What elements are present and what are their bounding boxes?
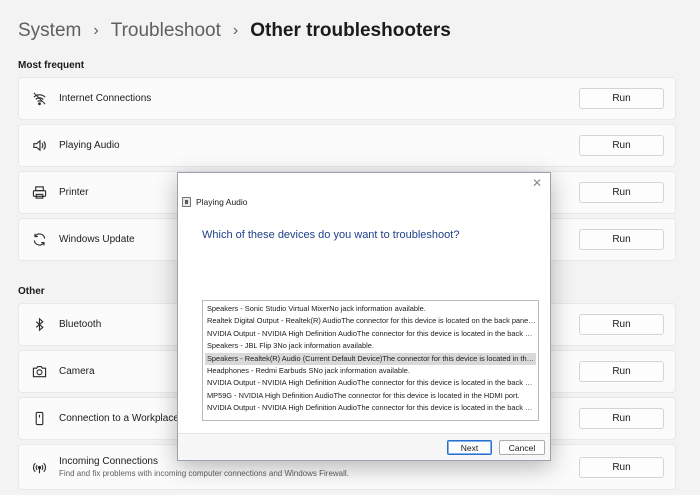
bluetooth-icon [31, 317, 47, 333]
troubleshooter-app-icon [182, 197, 191, 207]
cancel-button[interactable]: Cancel [499, 440, 545, 455]
playing-audio-dialog: ✕ Playing Audio Which of these devices d… [177, 172, 551, 461]
troubleshooter-description: Find and fix problems with incoming comp… [59, 469, 349, 478]
speaker-icon [31, 138, 47, 154]
wifi-icon [31, 91, 47, 107]
dialog-title: Playing Audio [196, 197, 248, 207]
troubleshooter-internet-connections: Internet Connections Run [18, 77, 676, 120]
troubleshooter-title: Printer [59, 187, 89, 198]
device-list-item[interactable]: Speakers - JBL Flip 3No jack information… [205, 340, 536, 352]
device-list-item[interactable]: NVIDIA Output - NVIDIA High Definition A… [205, 328, 536, 340]
dialog-footer [178, 433, 550, 460]
device-list-item[interactable]: Realtek Digital Output - Realtek(R) Audi… [205, 315, 536, 327]
run-button[interactable]: Run [579, 182, 664, 203]
run-button[interactable]: Run [579, 457, 664, 478]
device-list-item[interactable]: NVIDIA Output - NVIDIA High Definition A… [205, 377, 536, 389]
device-list-item[interactable]: Speakers - Realtek(R) Audio (Current Def… [205, 352, 536, 365]
dialog-header: Playing Audio [182, 197, 248, 207]
troubleshooter-title: Windows Update [59, 234, 135, 245]
refresh-icon [31, 232, 47, 248]
run-button[interactable]: Run [579, 88, 664, 109]
dialog-question: Which of these devices do you want to tr… [202, 229, 460, 241]
page-title: Other troubleshooters [250, 20, 451, 41]
close-icon[interactable]: ✕ [530, 176, 544, 190]
breadcrumb: System › Troubleshoot › Other troublesho… [18, 20, 451, 42]
troubleshooter-title: Camera [59, 366, 95, 377]
run-button[interactable]: Run [579, 135, 664, 156]
section-other: Other [18, 286, 45, 297]
section-most-frequent: Most frequent [18, 60, 85, 71]
device-list-item[interactable]: Speakers - Sonic Studio Virtual MixerNo … [205, 303, 536, 315]
run-button[interactable]: Run [579, 229, 664, 250]
breadcrumb-system[interactable]: System [18, 20, 81, 42]
chevron-right-icon: › [232, 22, 239, 39]
next-button[interactable]: Next [447, 440, 492, 455]
camera-icon [31, 364, 47, 380]
run-button[interactable]: Run [579, 314, 664, 335]
device-icon [31, 411, 47, 427]
device-list-item[interactable]: Headphones - Redmi Earbuds SNo jack info… [205, 365, 536, 377]
troubleshooter-title: Bluetooth [59, 319, 102, 330]
troubleshooter-title: Playing Audio [59, 140, 120, 151]
antenna-icon [31, 459, 47, 475]
device-list-item[interactable]: MP59G - NVIDIA High Definition AudioThe … [205, 390, 536, 402]
device-list[interactable]: Speakers - Sonic Studio Virtual MixerNo … [202, 300, 539, 421]
chevron-right-icon: › [93, 22, 99, 39]
troubleshooter-title: Internet Connections [59, 93, 152, 104]
breadcrumb-troubleshoot[interactable]: Troubleshoot [111, 20, 221, 42]
printer-icon [31, 185, 47, 201]
troubleshooter-playing-audio: Playing Audio Run [18, 124, 676, 167]
run-button[interactable]: Run [579, 361, 664, 382]
device-list-item[interactable]: NVIDIA Output - NVIDIA High Definition A… [205, 402, 536, 414]
run-button[interactable]: Run [579, 408, 664, 429]
